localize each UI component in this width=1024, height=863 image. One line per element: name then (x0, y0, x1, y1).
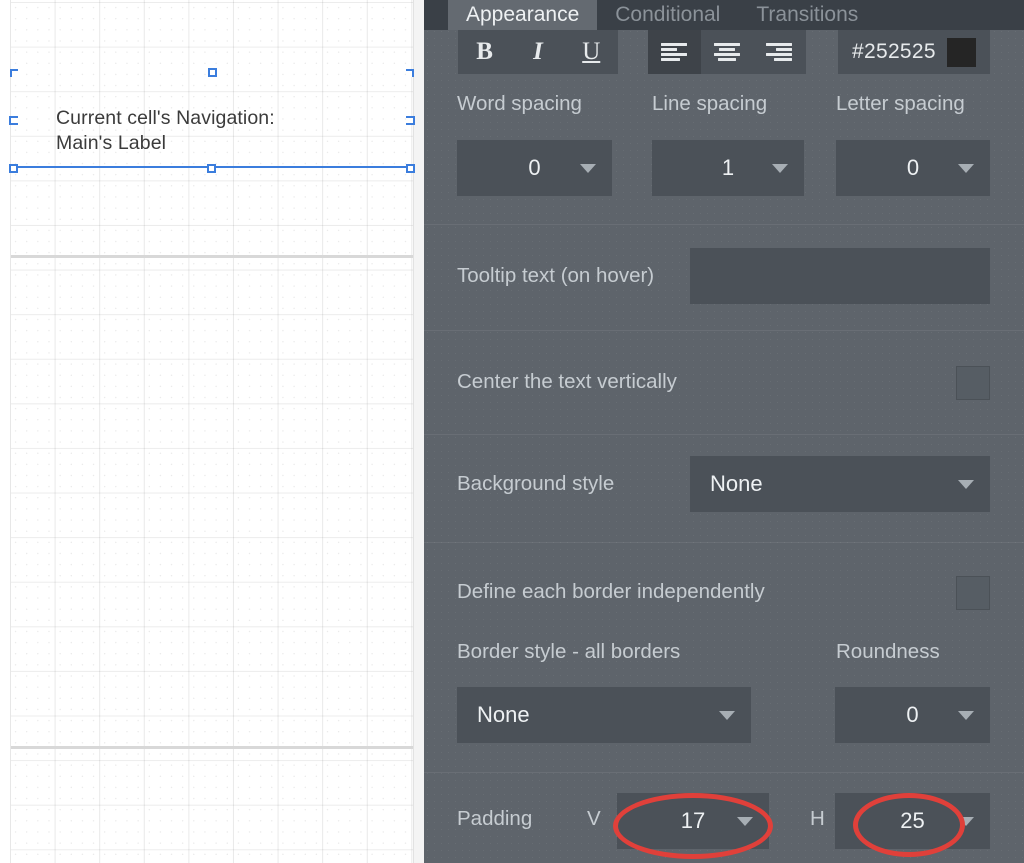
background-style-value: None (710, 471, 763, 497)
underline-button[interactable]: U (565, 30, 618, 74)
tab-transitions-label: Transitions (756, 3, 858, 27)
line-spacing-stepper[interactable]: 1 (652, 140, 804, 196)
align-right-button[interactable] (753, 30, 806, 74)
canvas-left-margin (0, 0, 11, 863)
padding-horizontal-value: 25 (900, 808, 924, 834)
font-style-button-group: B I U (458, 30, 618, 74)
padding-horizontal-label: H (810, 807, 825, 831)
letter-spacing-label: Letter spacing (836, 92, 965, 116)
chevron-down-icon[interactable] (958, 164, 974, 173)
tab-conditional-label: Conditional (615, 3, 720, 27)
border-style-label: Border style - all borders (457, 640, 680, 664)
border-style-value: None (477, 702, 530, 728)
align-left-icon (661, 43, 687, 61)
section-divider (424, 542, 1024, 543)
padding-label: Padding (457, 807, 532, 831)
chevron-down-icon[interactable] (580, 164, 596, 173)
roundness-stepper[interactable]: 0 (835, 687, 990, 743)
roundness-value: 0 (906, 702, 918, 728)
line-spacing-value: 1 (722, 155, 734, 181)
define-border-independently-checkbox[interactable] (956, 576, 990, 610)
background-style-label: Background style (457, 472, 614, 496)
border-field-row: None 0 (424, 687, 1024, 743)
section-divider (424, 330, 1024, 331)
tooltip-text-row: Tooltip text (on hover) (424, 248, 1024, 304)
chevron-down-icon[interactable] (958, 817, 974, 826)
text-color-hex-value: #252525 (852, 40, 936, 64)
tooltip-text-label: Tooltip text (on hover) (457, 264, 654, 288)
tab-transitions[interactable]: Transitions (738, 0, 876, 30)
chevron-down-icon[interactable] (958, 480, 974, 489)
spacing-field-row: 0 1 0 (424, 140, 1024, 196)
spacing-label-row: Word spacing Line spacing Letter spacing (424, 92, 1024, 122)
define-border-independently-row: Define each border independently (424, 564, 1024, 624)
letter-spacing-stepper[interactable]: 0 (836, 140, 990, 196)
text-color-swatch[interactable] (947, 38, 976, 67)
align-center-icon (714, 43, 740, 61)
bold-button[interactable]: B (458, 30, 511, 74)
word-spacing-stepper[interactable]: 0 (457, 140, 612, 196)
section-divider (424, 772, 1024, 773)
properties-panel: Appearance Conditional Transitions B I U (424, 0, 1024, 863)
chevron-down-icon[interactable] (958, 711, 974, 720)
text-color-picker[interactable]: #252525 (838, 30, 990, 74)
text-align-button-group (648, 30, 806, 74)
roundness-label: Roundness (836, 640, 940, 664)
center-text-vertically-label: Center the text vertically (457, 370, 677, 394)
italic-label: I (533, 38, 543, 66)
padding-vertical-label: V (587, 807, 601, 831)
align-right-icon (766, 43, 792, 61)
underline-label: U (582, 38, 600, 66)
section-divider (424, 224, 1024, 225)
tooltip-text-input[interactable] (690, 248, 990, 304)
align-left-button[interactable] (648, 30, 701, 74)
padding-vertical-stepper[interactable]: 17 (617, 793, 769, 849)
center-text-vertically-row: Center the text vertically (424, 352, 1024, 416)
chevron-down-icon[interactable] (772, 164, 788, 173)
bold-label: B (476, 38, 493, 66)
text-format-toolbar: B I U (424, 30, 1024, 78)
define-border-independently-label: Define each border independently (457, 580, 765, 604)
tab-appearance[interactable]: Appearance (448, 0, 597, 30)
italic-button[interactable]: I (511, 30, 564, 74)
app-root: Current cell's Navigation: Main's Label … (0, 0, 1024, 863)
tab-bar-gutter (424, 0, 448, 30)
align-center-button[interactable] (701, 30, 754, 74)
panel-tab-bar: Appearance Conditional Transitions (424, 0, 1024, 30)
canvas-scrollbar[interactable] (413, 0, 424, 863)
border-label-row: Border style - all borders Roundness (424, 640, 1024, 670)
grid-row-separator (10, 746, 424, 749)
design-canvas[interactable]: Current cell's Navigation: Main's Label (0, 0, 424, 863)
padding-horizontal-stepper[interactable]: 25 (835, 793, 990, 849)
center-text-vertically-checkbox[interactable] (956, 366, 990, 400)
word-spacing-label: Word spacing (457, 92, 582, 116)
section-divider (424, 434, 1024, 435)
tab-appearance-label: Appearance (466, 3, 579, 27)
word-spacing-value: 0 (528, 155, 540, 181)
border-style-dropdown[interactable]: None (457, 687, 751, 743)
background-style-row: Background style None (424, 456, 1024, 512)
letter-spacing-value: 0 (907, 155, 919, 181)
padding-row: Padding V 17 H 25 (424, 793, 1024, 855)
background-style-dropdown[interactable]: None (690, 456, 990, 512)
chevron-down-icon[interactable] (719, 711, 735, 720)
line-spacing-label: Line spacing (652, 92, 767, 116)
grid-row-separator (10, 255, 424, 258)
tab-conditional[interactable]: Conditional (597, 0, 738, 30)
cell-text-content[interactable]: Current cell's Navigation: Main's Label (56, 106, 386, 156)
padding-vertical-value: 17 (681, 808, 705, 834)
chevron-down-icon[interactable] (737, 817, 753, 826)
